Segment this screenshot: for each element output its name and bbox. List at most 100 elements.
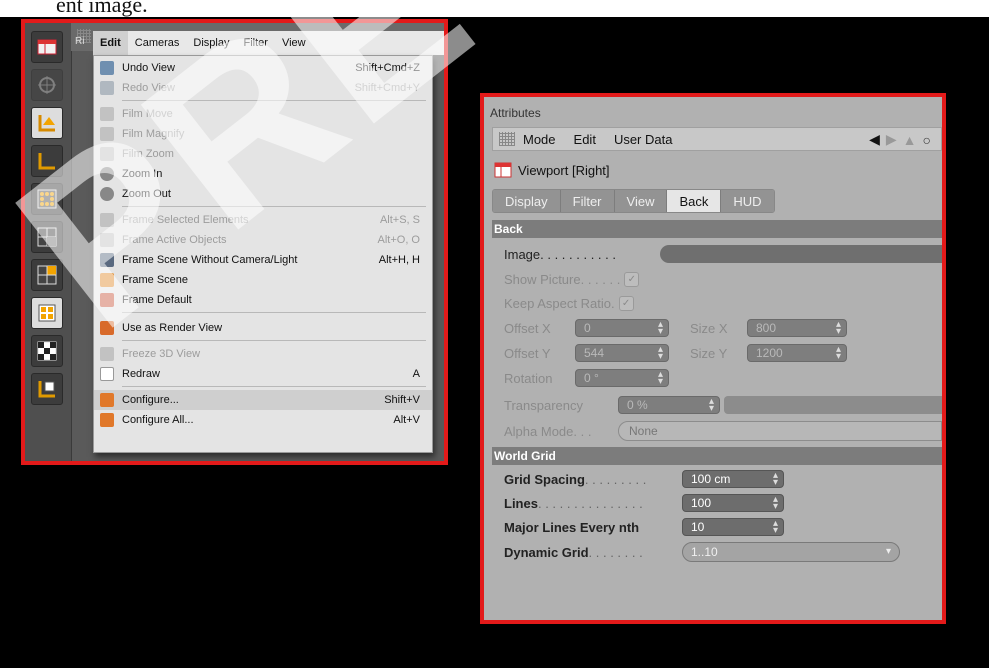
attributes-panel: Attributes Mode Edit User Data ◀ ▶ ▲ ○ V… [480,93,946,624]
menu-user-data[interactable]: User Data [614,132,673,147]
section-world-grid[interactable]: World Grid [492,447,942,465]
polygons-icon[interactable] [31,259,63,291]
menu-item-zoom-in[interactable]: Zoom In [94,164,432,184]
snap-icon[interactable] [31,373,63,405]
zoom-out-icon [100,187,114,201]
offset-x-label: Offset X [504,320,551,336]
major-lines-field[interactable]: 10 ▴ ▾ [682,518,784,536]
frame-scene-icon [100,273,114,287]
redraw-icon [100,367,114,381]
axis-alt-icon[interactable] [31,145,63,177]
tab-hud[interactable]: HUD [721,190,774,212]
image-path-field[interactable] [660,245,942,263]
texture-icon[interactable] [31,335,63,367]
stepper-icon: ▴ ▾ [835,344,841,362]
freeze-view-icon [100,347,114,361]
alpha-mode-label: Alpha Mode [504,423,574,439]
size-y-field[interactable]: 1200 ▴ ▾ [747,344,847,362]
edit-dropdown-menu: Undo View Shift+Cmd+Z Redo View Shift+Cm… [93,55,433,453]
menu-item-undo-view[interactable]: Undo View Shift+Cmd+Z [94,58,432,78]
dynamic-grid-row: Dynamic Grid . . . . . . . . [504,544,643,560]
menu-item-frame-scene-without-camera[interactable]: Frame Scene Without Camera/Light Alt+H, … [94,250,432,270]
forward-arrow-icon[interactable]: ▶ [886,131,897,148]
model-icon[interactable] [31,297,63,329]
keep-aspect-checkbox[interactable]: ✓ [618,295,634,311]
stepper-icon: ▴ ▾ [657,369,663,387]
configure-icon [100,393,114,407]
tab-display[interactable]: Display [493,190,561,212]
menu-item-frame-selected[interactable]: Frame Selected Elements Alt+S, S [94,210,432,230]
stepper-icon: ▴ ▾ [835,319,841,337]
menu-display[interactable]: Display [186,31,236,55]
menu-edit[interactable]: Edit [574,132,596,147]
menu-mode[interactable]: Mode [523,132,556,147]
caption-text: ent image. [56,0,148,17]
film-move-icon [100,107,114,121]
grip-icon[interactable] [499,132,515,146]
left-toolbar [25,23,72,461]
menu-item-use-as-render-view[interactable]: Use as Render View [94,318,432,338]
transparency-field[interactable]: 0 % ▴ ▾ [618,396,720,414]
stepper-icon: ▴ ▾ [708,396,714,414]
edges-icon[interactable] [31,221,63,253]
lines-row: Lines . . . . . . . . . . . . . . . [504,495,643,511]
lines-label: Lines [504,495,538,511]
menu-item-frame-active[interactable]: Frame Active Objects Alt+O, O [94,230,432,250]
menu-edit[interactable]: Edit [93,31,128,55]
menu-item-zoom-out[interactable]: Zoom Out [94,184,432,204]
attributes-menubar: Mode Edit User Data ◀ ▶ ▲ ○ [492,127,942,151]
film-magnify-icon [100,127,114,141]
frame-scene-nocam-icon [100,253,114,267]
menu-item-freeze-3d-view[interactable]: Freeze 3D View [94,344,432,364]
major-lines-label: Major Lines Every nth [504,519,640,535]
offset-x-field[interactable]: 0 ▴ ▾ [575,319,669,337]
keep-aspect-row: Keep Aspect Ratio . ✓ [504,293,634,313]
alpha-mode-select[interactable]: None [618,421,942,441]
viewport-icon [494,162,512,178]
image-row: Image . . . . . . . . . . . [504,246,616,262]
dynamic-grid-select[interactable]: 1..10 ▾ [682,542,900,562]
tab-back[interactable]: Back [667,190,722,212]
move-icon[interactable] [31,69,63,101]
transparency-label: Transparency [504,397,583,413]
up-arrow-icon[interactable]: ▲ [903,132,917,148]
caption-strip: ent image. [0,0,989,17]
search-icon[interactable]: ○ [923,132,931,148]
nav-controls: ◀ ▶ ▲ ○ [869,131,931,148]
menu-item-film-magnify[interactable]: Film Magnify [94,124,432,144]
lines-field[interactable]: 100 ▴ ▾ [682,494,784,512]
menu-cameras[interactable]: Cameras [128,31,187,55]
attributes-title: Attributes [490,106,541,120]
back-arrow-icon[interactable]: ◀ [869,131,880,148]
menu-separator [122,206,426,207]
size-y-label: Size Y [690,345,728,361]
frame-selected-icon [100,213,114,227]
menu-item-frame-scene[interactable]: Frame Scene [94,270,432,290]
offset-y-field[interactable]: 544 ▴ ▾ [575,344,669,362]
stepper-icon: ▴ ▾ [772,494,778,512]
view-layout-icon[interactable] [31,31,63,63]
menu-item-frame-default[interactable]: Frame Default [94,290,432,310]
menu-item-configure-all[interactable]: Configure All... Alt+V [94,410,432,430]
points-icon[interactable] [31,183,63,215]
menu-item-redraw[interactable]: Redraw A [94,364,432,384]
menu-view[interactable]: View [275,31,313,55]
menu-separator [122,386,426,387]
size-x-field[interactable]: 800 ▴ ▾ [747,319,847,337]
image-label: Image [504,246,541,262]
menu-filter[interactable]: Filter [236,31,274,55]
section-back[interactable]: Back [492,220,942,238]
render-view-icon [100,321,114,335]
grid-spacing-field[interactable]: 100 cm ▴ ▾ [682,470,784,488]
rotation-field[interactable]: 0 ° ▴ ▾ [575,369,669,387]
show-picture-checkbox[interactable]: ✓ [624,271,640,287]
menu-item-film-zoom[interactable]: Film Zoom [94,144,432,164]
transparency-slider[interactable] [724,396,942,414]
tab-filter[interactable]: Filter [560,190,615,212]
chevron-down-icon: ▾ [885,546,891,557]
menu-item-redo-view[interactable]: Redo View Shift+Cmd+Y [94,78,432,98]
menu-item-film-move[interactable]: Film Move [94,104,432,124]
menu-item-configure[interactable]: Configure... Shift+V [94,390,432,410]
tab-view[interactable]: View [614,190,668,212]
axis-icon[interactable] [31,107,63,139]
